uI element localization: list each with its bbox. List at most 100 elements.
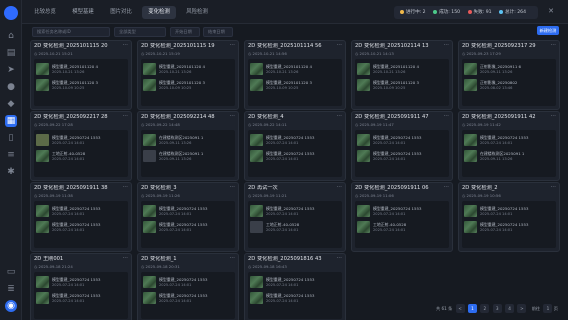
home-icon[interactable]: ⌂ (5, 30, 17, 42)
detection-card[interactable]: 2D 变化检测_2025101115 19 ⋯ ◷ 2025-10-21 15:19… (137, 40, 239, 110)
detection-card[interactable]: 2D 变化检测_2025091911 47 ⋯ ◷ 2025-09-19 11:47… (351, 111, 453, 181)
detection-card[interactable]: 2D 变化检测_2025101115 20 ⋯ ◷ 2025-10-21 15:21… (30, 40, 132, 110)
detection-card[interactable]: 2D 变化检测_2025091911 38 ⋯ ◷ 2025-09-19 11:38… (30, 182, 132, 252)
list-item[interactable]: 模型重建_2025101120 4 2025-10-21 13:26 (143, 62, 233, 76)
detection-card[interactable]: 2D 变化检测_1 ⋯ ◷ 2025-09-18 20:31 模型重建_2025072… (137, 253, 239, 320)
goto-input[interactable]: 1 (543, 304, 553, 313)
list-item[interactable]: 模型重建_20250724 1553 2025-07-24 14:01 (250, 291, 340, 305)
doc-icon[interactable]: ≡ (5, 149, 17, 161)
search-input[interactable]: 搜索任务名称或ID (32, 27, 110, 37)
list-item[interactable]: 模型重建_20250724 1553 2025-07-24 14:01 (143, 275, 233, 289)
list-item[interactable]: 模型重建_20250724 1553 2025-07-24 14:01 (36, 133, 126, 147)
more-icon[interactable]: ⋯ (551, 113, 557, 119)
list-item[interactable]: 模型重建_2025101120 3 2025-10-09 10:25 (143, 78, 233, 92)
list-item[interactable]: 正射影像_20250911 6 2025-09-11 13:26 (464, 62, 554, 76)
layers-icon[interactable]: ▤ (5, 47, 17, 59)
tab-risk-detect[interactable]: 风险检测 (180, 6, 214, 19)
more-icon[interactable]: ⋯ (123, 42, 129, 48)
shield-icon[interactable]: ◆ (5, 98, 17, 110)
detection-card[interactable]: 2D 变化检测_4 ⋯ ◷ 2025-09-22 14:11 模型重建_2025072… (244, 111, 346, 181)
list-item[interactable]: 模型重建_20250724 1553 2025-07-24 14:01 (250, 149, 340, 163)
detection-card[interactable]: 2D 变化检测_2025092214 48 ⋯ ◷ 2025-09-22 14:48… (137, 111, 239, 181)
list-item[interactable]: 在建楼栋测区2025091 1 2025-09-11 13:26 (143, 133, 233, 147)
detection-card[interactable]: 2D 变化检测_2025091816 43 ⋯ ◷ 2025-09-18 16:43… (244, 253, 346, 320)
new-detection-button[interactable]: 新建检测 (537, 26, 559, 35)
list-item[interactable]: 模型重建_20250724 1553 2025-07-24 14:01 (464, 220, 554, 234)
tab-model[interactable]: 模型基建 (66, 6, 100, 19)
more-icon[interactable]: ⋯ (337, 113, 343, 119)
folder-icon[interactable]: ▭ (5, 266, 17, 278)
more-icon[interactable]: ⋯ (337, 42, 343, 48)
detection-card[interactable]: 2D 王刚001 ⋯ ◷ 2025-09-18 21:24 模型重建_20250724… (30, 253, 132, 320)
next-page-button[interactable]: > (517, 304, 527, 313)
app-logo[interactable] (4, 6, 18, 20)
tab-image-compare[interactable]: 图片对比 (104, 6, 138, 19)
list-item[interactable]: 模型重建_20250724 1553 2025-07-24 14:01 (36, 204, 126, 218)
prev-page-button[interactable]: < (455, 304, 465, 313)
send-icon[interactable]: ➤ (5, 64, 17, 76)
page-2[interactable]: 2 (480, 304, 490, 313)
list-item[interactable]: 模型重建_20250724 1553 2025-07-24 14:01 (357, 133, 447, 147)
list-item[interactable]: 在建楼栋测区2025091 1 2025-09-11 13:26 (464, 149, 554, 163)
list-item[interactable]: 模型重建_2025101120 3 2025-10-09 10:25 (357, 78, 447, 92)
detection-card[interactable]: 2D 变化检测_2025091911 42 ⋯ ◷ 2025-09-19 11:42… (458, 111, 560, 181)
grid-icon[interactable]: ▦ (5, 115, 17, 127)
more-icon[interactable]: ⋯ (123, 113, 129, 119)
detection-card[interactable]: 2D 变化检测_2025091911 06 ⋯ ◷ 2025-09-19 11:06… (351, 182, 453, 252)
list-item[interactable]: 模型重建_2025101120 4 2025-10-21 13:26 (250, 62, 340, 76)
settings-icon[interactable]: ✱ (5, 166, 17, 178)
user-icon[interactable]: ● (5, 81, 17, 93)
tab-change-detect[interactable]: 变化检测 (142, 6, 176, 19)
detection-card[interactable]: 2D 变化检测_2 ⋯ ◷ 2025-09-19 10:56 模型重建_2025072… (458, 182, 560, 252)
close-icon[interactable]: ✕ (548, 7, 554, 15)
page-4[interactable]: 4 (505, 304, 515, 313)
detection-card[interactable]: 2D 变化检测_2025092217 28 ⋯ ◷ 2025-09-22 17:28… (30, 111, 132, 181)
more-icon[interactable]: ⋯ (444, 113, 450, 119)
more-icon[interactable]: ⋯ (444, 184, 450, 190)
detection-card[interactable]: 2D 变化检测_3 ⋯ ◷ 2025-09-19 11:26 模型重建_2025072… (137, 182, 239, 252)
detection-card[interactable]: 2D 再试一次 ⋯ ◷ 2025-09-19 11:21 模型重建_20250724 … (244, 182, 346, 252)
page-1[interactable]: 1 (468, 304, 477, 313)
list-item[interactable]: 模型重建_20250724 1553 2025-07-24 14:01 (36, 220, 126, 234)
list-item[interactable]: 模型重建_20250724 1553 2025-07-24 14:01 (250, 275, 340, 289)
list-item[interactable]: 模型重建_2025101120 4 2025-10-21 13:26 (36, 62, 126, 76)
type-select[interactable]: 全部类型 (114, 27, 166, 37)
list-item[interactable]: 模型重建_2025101120 4 2025-10-21 13:26 (357, 62, 447, 76)
detection-card[interactable]: 2D 变化检测_2025101114 56 ⋯ ◷ 2025-10-21 14:56… (244, 40, 346, 110)
list-item[interactable]: 模型重建_20250724 1553 2025-07-24 14:01 (143, 204, 233, 218)
more-icon[interactable]: ⋯ (337, 184, 343, 190)
more-icon[interactable]: ⋯ (230, 255, 236, 261)
list-item[interactable]: 模型重建_2025101120 3 2025-10-09 10:25 (36, 78, 126, 92)
list-item[interactable]: 模型重建_20250724 1553 2025-07-24 14:01 (464, 204, 554, 218)
list-item[interactable]: 在建楼栋测区2025091 1 2025-09-11 13:26 (143, 149, 233, 163)
list-item[interactable]: 模型重建_20250724 1553 2025-07-24 14:01 (143, 291, 233, 305)
list-item[interactable]: 工地正射-40-0528 2025-07-24 14:01 (250, 220, 340, 234)
date-end-input[interactable]: 结束日期 (203, 27, 233, 37)
more-icon[interactable]: ⋯ (123, 184, 129, 190)
list-item[interactable]: 工地正射-40-0528 2025-07-24 14:01 (357, 220, 447, 234)
list-item[interactable]: 正射影像_20250802 2025-08-02 13:46 (464, 78, 554, 92)
more-icon[interactable]: ⋯ (230, 184, 236, 190)
file-icon[interactable]: ▯ (5, 132, 17, 144)
more-icon[interactable]: ⋯ (337, 255, 343, 261)
list-item[interactable]: 工地正射-40-0528 2025-07-24 14:01 (36, 149, 126, 163)
tab-overview[interactable]: 比较总览 (28, 6, 62, 19)
more-icon[interactable]: ⋯ (123, 255, 129, 261)
list-item[interactable]: 模型重建_20250724 1553 2025-07-24 14:01 (36, 291, 126, 305)
page-3[interactable]: 3 (492, 304, 502, 313)
list-item[interactable]: 模型重建_20250724 1553 2025-07-24 14:01 (36, 275, 126, 289)
date-start-input[interactable]: 开始日期 (170, 27, 200, 37)
more-icon[interactable]: ⋯ (444, 42, 450, 48)
list-item[interactable]: 模型重建_20250724 1553 2025-07-24 14:01 (464, 133, 554, 147)
avatar[interactable]: ◉ (5, 300, 17, 312)
detection-card[interactable]: 2D 变化检测_2025092317 29 ⋯ ◷ 2025-09-23 17:29… (458, 40, 560, 110)
more-icon[interactable]: ⋯ (551, 184, 557, 190)
more-icon[interactable]: ⋯ (230, 42, 236, 48)
list-item[interactable]: 模型重建_20250724 1553 2025-07-24 14:01 (250, 133, 340, 147)
list-item[interactable]: 模型重建_20250724 1553 2025-07-24 14:01 (250, 204, 340, 218)
more-icon[interactable]: ⋯ (551, 42, 557, 48)
more-icon[interactable]: ⋯ (230, 113, 236, 119)
list-item[interactable]: 模型重建_20250724 1553 2025-07-24 14:01 (357, 149, 447, 163)
list-item[interactable]: 模型重建_20250724 1553 2025-07-24 14:01 (357, 204, 447, 218)
detection-card[interactable]: 2D 变化检测_2025102114 13 ⋯ ◷ 2025-10-21 14:13… (351, 40, 453, 110)
